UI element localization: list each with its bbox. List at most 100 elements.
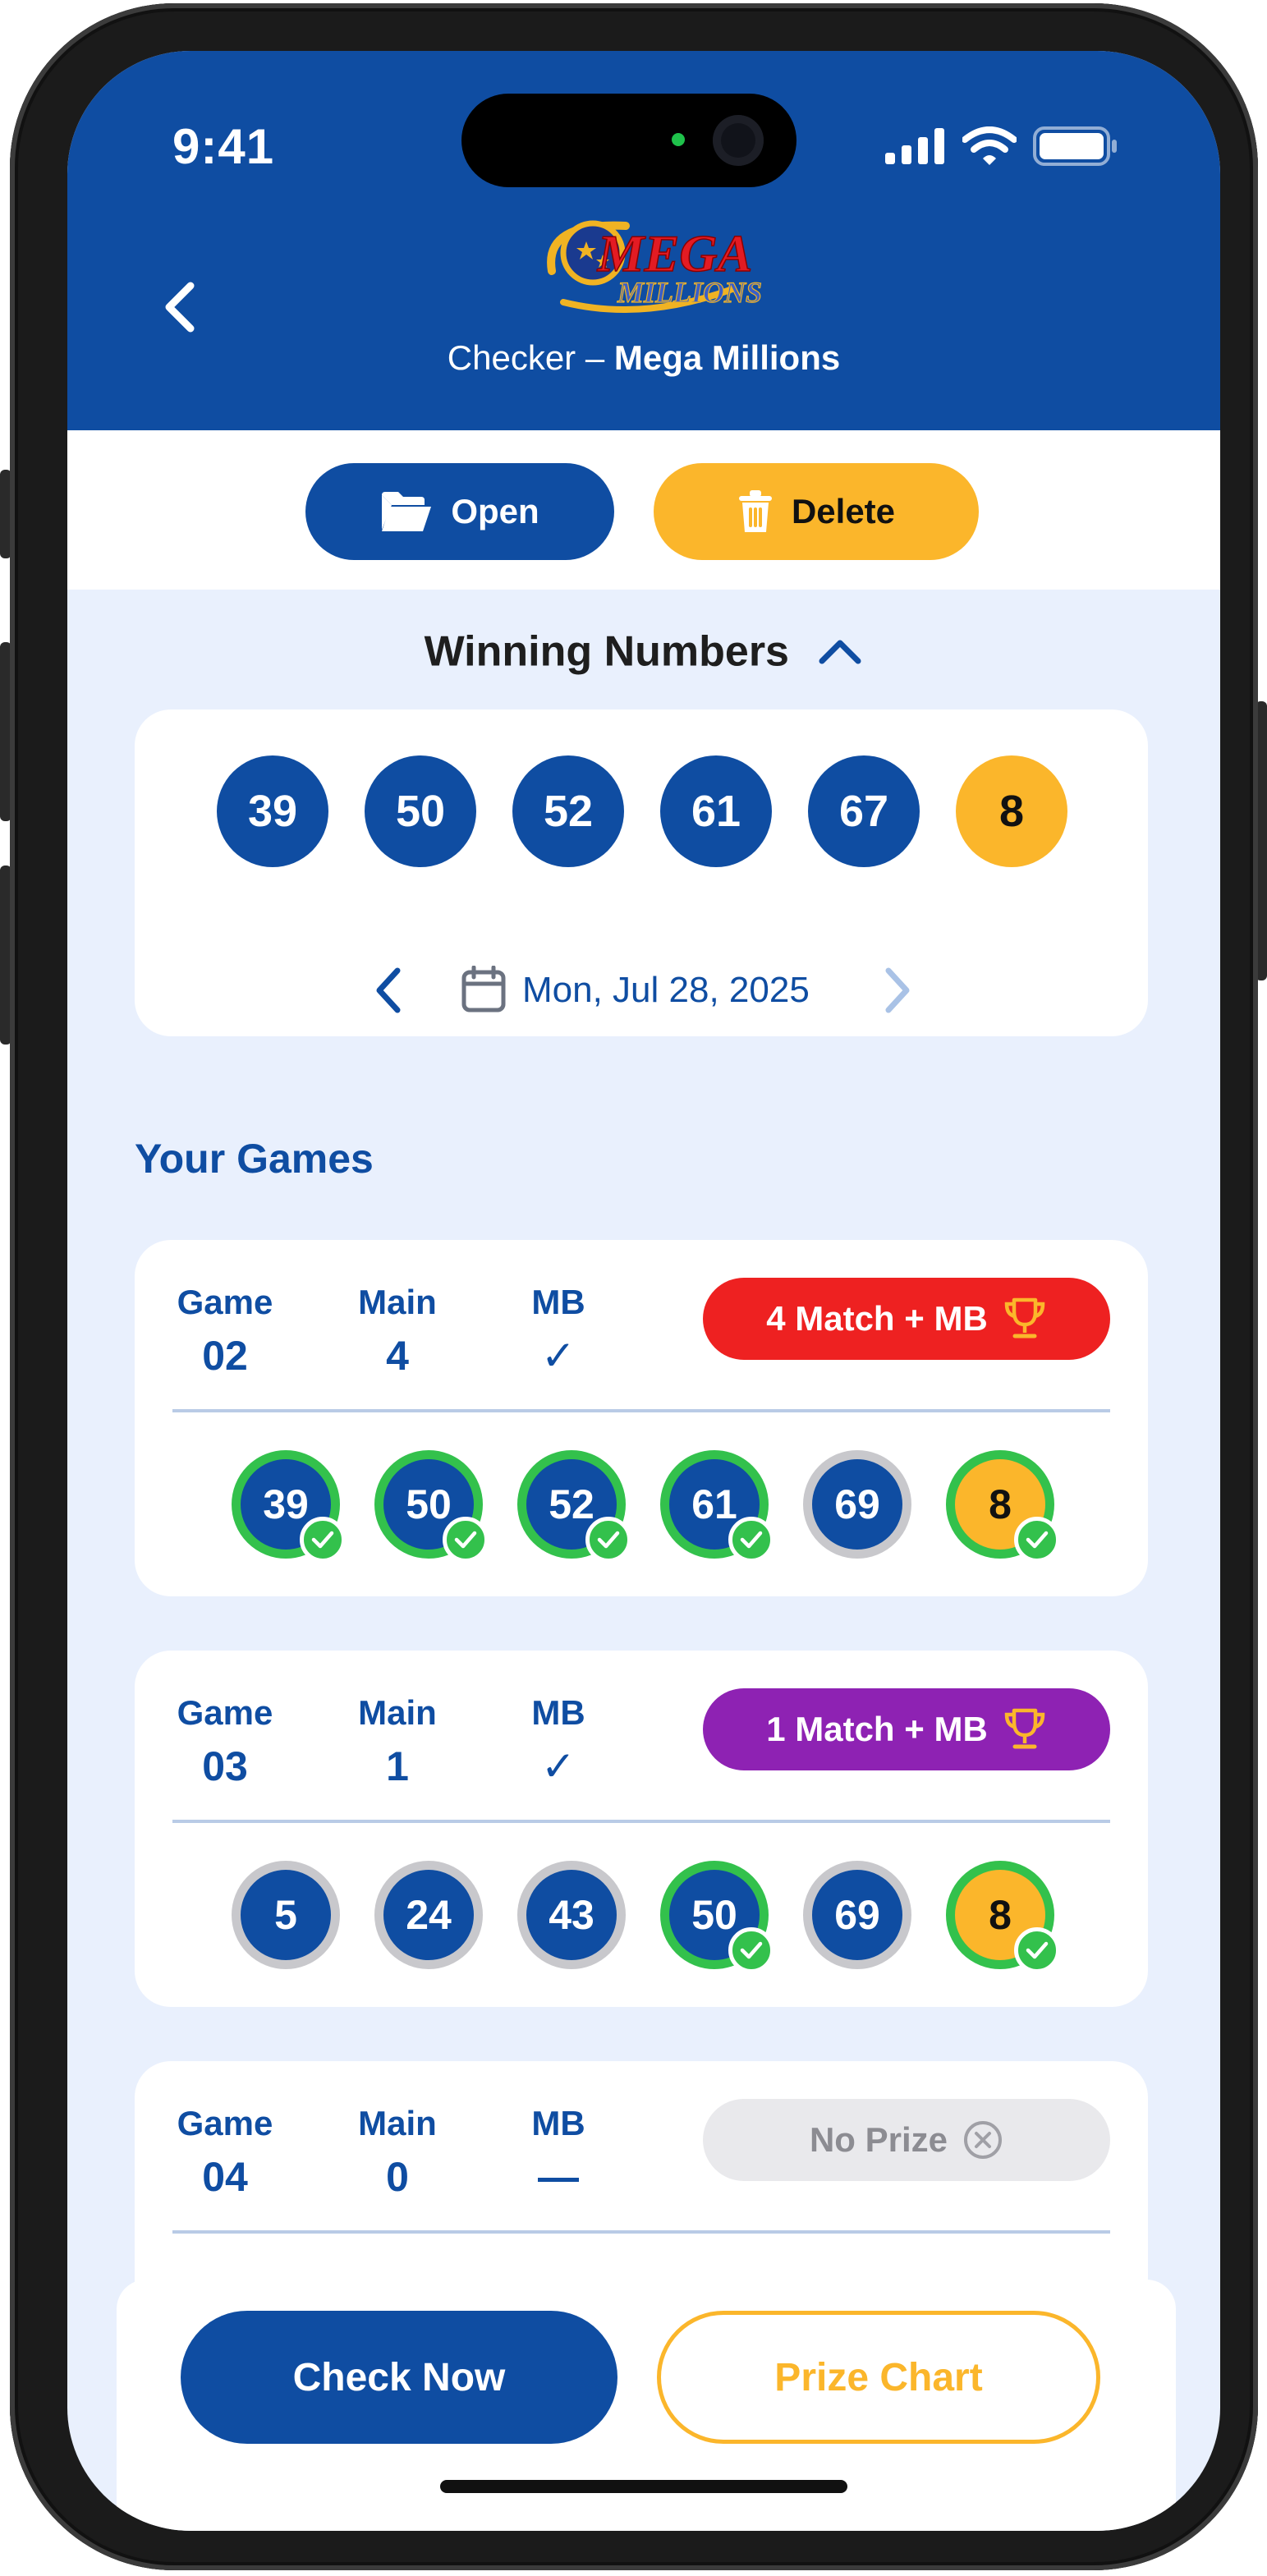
battery-icon xyxy=(1033,126,1117,166)
next-date-chevron-icon[interactable] xyxy=(879,966,915,1015)
winning-mega-ball: 8 xyxy=(956,755,1067,867)
mb-match-mark: ✓ xyxy=(541,1743,576,1789)
open-button[interactable]: Open xyxy=(305,463,614,560)
match-check-icon xyxy=(1014,1517,1060,1563)
trophy-icon xyxy=(1004,1297,1045,1339)
check-now-button[interactable]: Check Now xyxy=(181,2311,617,2444)
chevron-up-icon xyxy=(819,640,861,664)
match-check-icon xyxy=(585,1517,631,1563)
camera-indicator-dot xyxy=(672,133,685,146)
prize-badge-label: 1 Match + MB xyxy=(766,1710,988,1748)
played-ball: 69 xyxy=(803,1450,911,1559)
game-card[interactable]: Game 03 Main 1 MB ✓ 1 Match + MB 5 24 43… xyxy=(135,1651,1148,2007)
svg-text:MEGA: MEGA xyxy=(597,224,753,282)
subtitle-game-name: Mega Millions xyxy=(613,338,841,377)
back-chevron-icon[interactable] xyxy=(148,274,213,340)
match-check-icon xyxy=(300,1517,346,1563)
draw-date-row: Mon, Jul 28, 2025 xyxy=(135,966,1148,1015)
app-header: 9:41 MEGA MILLIONS Checker – Mega Millio… xyxy=(67,51,1220,430)
action-bar: Open Delete xyxy=(67,430,1220,590)
winning-numbers-card: 39 50 52 61 67 8 Mon, Jul 28, 2025 xyxy=(135,709,1148,1036)
trophy-icon xyxy=(1004,1708,1045,1749)
game-column-label: Game xyxy=(177,1693,273,1732)
played-ball: 24 xyxy=(374,1861,483,1969)
game-number: 02 xyxy=(202,1333,248,1379)
played-mega-ball-matched: 8 xyxy=(946,1861,1060,1973)
card-divider xyxy=(172,2230,1110,2234)
your-games-title: Your Games xyxy=(135,1136,374,1182)
close-circle-icon xyxy=(964,2121,1003,2159)
winning-ball: 50 xyxy=(365,755,476,867)
played-ball: 43 xyxy=(517,1861,626,1969)
mega-millions-logo: MEGA MILLIONS xyxy=(547,220,763,313)
main-match-count: 1 xyxy=(386,1743,409,1789)
delete-button-label: Delete xyxy=(791,492,896,530)
game-card[interactable]: Game 02 Main 4 MB ✓ 4 Match + MB 39 50 5… xyxy=(135,1240,1148,1596)
camera-lens xyxy=(713,115,764,166)
played-ball-matched: 52 xyxy=(517,1450,631,1563)
game-number: 03 xyxy=(202,1743,248,1789)
ball-number: 24 xyxy=(406,1892,452,1938)
card-divider xyxy=(172,1409,1110,1412)
prize-badge-label: No Prize xyxy=(809,2120,948,2159)
prize-badge: 1 Match + MB xyxy=(703,1688,1110,1770)
ball-number: 39 xyxy=(263,1481,309,1527)
app-screen: 9:41 MEGA MILLIONS Checker – Mega Millio… xyxy=(67,51,1220,2531)
folder-open-icon xyxy=(382,492,432,531)
prize-badge-label: 4 Match + MB xyxy=(766,1299,988,1338)
prize-badge: 4 Match + MB xyxy=(703,1278,1110,1360)
played-ball-matched: 50 xyxy=(374,1450,489,1563)
winning-ball: 67 xyxy=(808,755,920,867)
winning-ball: 61 xyxy=(660,755,772,867)
played-ball-matched: 39 xyxy=(232,1450,346,1563)
played-ball-matched: 50 xyxy=(660,1861,774,1973)
match-check-icon xyxy=(728,1517,774,1563)
match-check-icon xyxy=(728,1927,774,1973)
draw-date[interactable]: Mon, Jul 28, 2025 xyxy=(522,966,810,1015)
subtitle-prefix: Checker – xyxy=(447,338,614,377)
ball-number: 69 xyxy=(834,1481,880,1527)
mb-column-label: MB xyxy=(531,1693,585,1732)
open-button-label: Open xyxy=(451,492,539,530)
ball-number: 50 xyxy=(691,1892,737,1938)
trash-icon xyxy=(738,490,772,532)
winning-numbers-title: Winning Numbers xyxy=(424,627,789,676)
delete-button[interactable]: Delete xyxy=(654,463,979,560)
previous-date-chevron-icon[interactable] xyxy=(371,966,407,1015)
main-match-count: 4 xyxy=(386,1333,409,1379)
winning-numbers-toggle[interactable]: Winning Numbers xyxy=(67,624,1220,676)
played-ball: 5 xyxy=(232,1861,340,1969)
ball-number: 52 xyxy=(549,1481,594,1527)
game-number: 04 xyxy=(202,2154,248,2200)
game-column-label: Game xyxy=(177,1283,273,1321)
winning-ball: 39 xyxy=(217,755,328,867)
phone-frame: 9:41 MEGA MILLIONS Checker – Mega Millio… xyxy=(10,3,1258,2570)
prize-chart-button[interactable]: Prize Chart xyxy=(657,2311,1100,2444)
mb-column-label: MB xyxy=(531,2104,585,2142)
game-column-label: Game xyxy=(177,2104,273,2142)
calendar-icon xyxy=(461,966,506,1012)
ball-number: 43 xyxy=(549,1892,594,1938)
match-check-icon xyxy=(443,1517,489,1563)
wifi-icon xyxy=(962,126,1017,165)
ball-number: 8 xyxy=(989,1892,1012,1938)
mb-column-label: MB xyxy=(531,1283,585,1321)
svg-text:MILLIONS: MILLIONS xyxy=(617,276,762,309)
ball-number: 50 xyxy=(406,1481,452,1527)
mb-match-mark: — xyxy=(538,2154,579,2200)
played-mega-ball-matched: 8 xyxy=(946,1450,1060,1563)
ball-number: 61 xyxy=(691,1481,737,1527)
home-indicator[interactable] xyxy=(440,2480,847,2493)
card-divider xyxy=(172,1820,1110,1823)
main-column-label: Main xyxy=(358,1283,437,1321)
ball-number: 5 xyxy=(274,1892,297,1938)
ball-number: 8 xyxy=(989,1481,1012,1527)
main-column-label: Main xyxy=(358,1693,437,1732)
main-match-count: 0 xyxy=(386,2154,409,2200)
status-icons xyxy=(885,122,1118,171)
played-ball: 69 xyxy=(803,1861,911,1969)
played-ball-matched: 61 xyxy=(660,1450,774,1563)
match-check-icon xyxy=(1014,1927,1060,1973)
dynamic-island xyxy=(461,94,796,187)
mb-match-mark: ✓ xyxy=(541,1333,576,1379)
